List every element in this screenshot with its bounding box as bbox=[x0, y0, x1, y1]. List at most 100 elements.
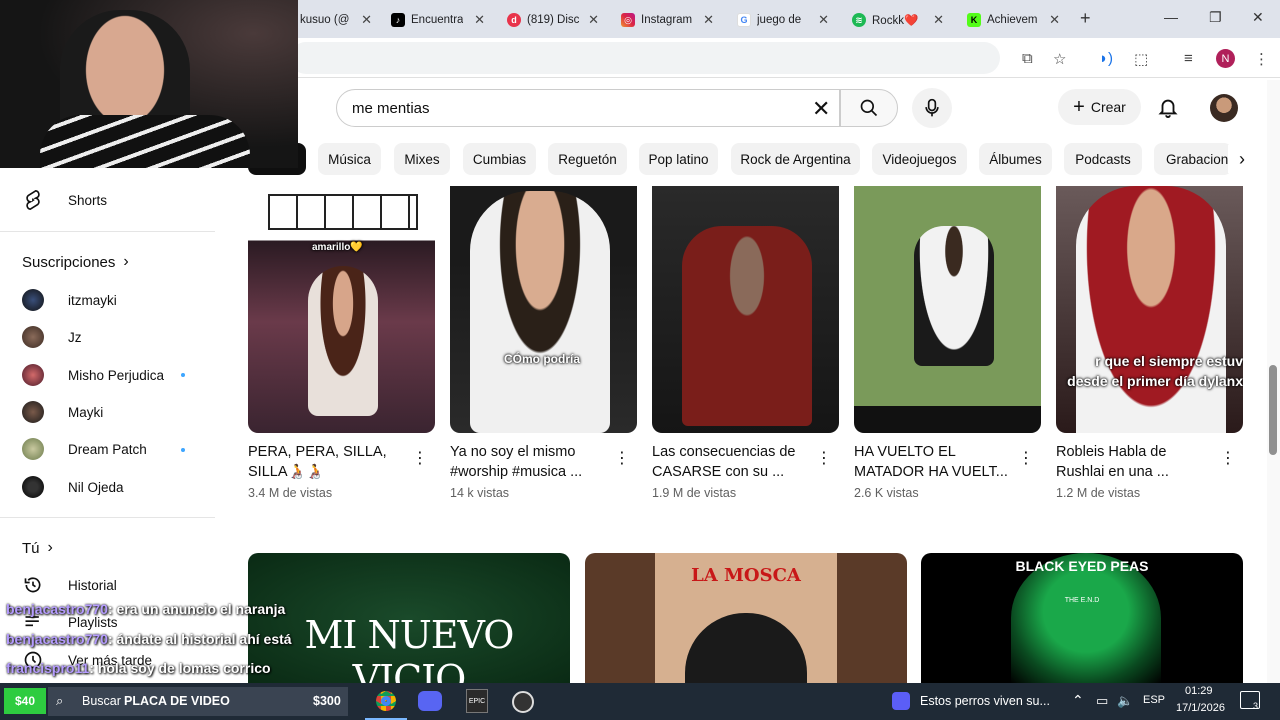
short-thumbnail[interactable]: r que el siempre estuv desde el primer d… bbox=[1056, 186, 1243, 433]
screen: kusuo (@ ✕ ♪ Encuentra ✕ d (819) Disc ✕ … bbox=[0, 0, 1280, 720]
you-header[interactable]: Tú › bbox=[22, 539, 53, 557]
more-options-icon[interactable]: ⋮ bbox=[1018, 448, 1034, 468]
sidebar-sub-jz[interactable]: Jz bbox=[22, 326, 82, 348]
sidebar-sub-dream-patch[interactable]: Dream Patch bbox=[22, 438, 147, 460]
new-tab-icon[interactable]: + bbox=[1080, 8, 1091, 29]
chrome-taskbar-button[interactable] bbox=[365, 683, 407, 720]
chevron-up-icon[interactable]: ⌃ bbox=[1072, 692, 1084, 709]
short-card[interactable]: amarillo💛 PERA, PERA, SILLA, SILLA🧑‍🦽🧑‍🦽… bbox=[248, 186, 435, 500]
more-options-icon[interactable]: ⋮ bbox=[1220, 448, 1236, 468]
short-title[interactable]: HA VUELTO EL MATADOR HA VUELT... bbox=[854, 442, 1014, 482]
sidebar-sub-misho[interactable]: Misho Perjudica bbox=[22, 364, 164, 386]
short-card[interactable]: HA VUELTO EL MATADOR HA VUELT... ⋮ 2.6 K… bbox=[854, 186, 1041, 500]
clock-date[interactable]: 17/1/2026 bbox=[1176, 702, 1225, 714]
chips-next-button[interactable]: › bbox=[1228, 145, 1256, 173]
tab-instagram[interactable]: ◎ Instagram ✕ bbox=[621, 6, 714, 34]
network-icon[interactable]: ▭ bbox=[1096, 693, 1108, 709]
tab-google[interactable]: G juego de ✕ bbox=[737, 6, 829, 34]
avatar bbox=[22, 476, 44, 498]
close-tab-icon[interactable]: ✕ bbox=[933, 12, 944, 28]
account-avatar[interactable] bbox=[1210, 94, 1238, 122]
create-button[interactable]: + Crear bbox=[1058, 89, 1141, 125]
media-player-icon[interactable] bbox=[892, 692, 910, 710]
taskbar-search[interactable]: ⌕ Buscar PLACA DE VIDEO $300 bbox=[48, 687, 348, 716]
short-card[interactable]: r que el siempre estuv desde el primer d… bbox=[1056, 186, 1243, 500]
chip-pop-latino[interactable]: Pop latino bbox=[639, 143, 718, 175]
tab-kick[interactable]: K Achievem ✕ bbox=[967, 6, 1060, 34]
epic-games-icon[interactable]: EPIC bbox=[466, 689, 488, 713]
discord-icon[interactable] bbox=[418, 691, 442, 711]
short-title[interactable]: Ya no soy el mismo #worship #musica ... bbox=[450, 442, 610, 482]
voice-search-button[interactable] bbox=[912, 88, 952, 128]
tab-spotify[interactable]: ≋ Rockk❤️ ✕ bbox=[852, 6, 944, 34]
short-thumbnail[interactable]: CÓmo podría bbox=[450, 186, 637, 433]
short-thumbnail[interactable]: amarillo💛 bbox=[248, 186, 435, 433]
more-options-icon[interactable]: ⋮ bbox=[412, 448, 428, 468]
browser-profile-avatar[interactable]: N bbox=[1216, 49, 1235, 68]
more-options-icon[interactable]: ⋮ bbox=[816, 448, 832, 468]
media-control-icon[interactable]: ≡ bbox=[1184, 50, 1193, 67]
tab-tiktok[interactable]: ♪ Encuentra ✕ bbox=[391, 6, 485, 34]
close-tab-icon[interactable]: ✕ bbox=[1049, 12, 1060, 28]
chip-rock-argentina[interactable]: Rock de Argentina bbox=[731, 143, 860, 175]
install-app-icon[interactable]: ⧉ bbox=[1022, 50, 1033, 67]
chip-regueton[interactable]: Reguetón bbox=[548, 143, 627, 175]
bookmark-star-icon[interactable]: ☆ bbox=[1053, 50, 1066, 68]
short-title[interactable]: Las consecuencias de CASARSE con su ... bbox=[652, 442, 812, 482]
search-input[interactable]: me mentias bbox=[336, 89, 840, 127]
video-thumbnail[interactable]: MI NUEVO VICIO bbox=[248, 553, 570, 683]
sidebar-sub-nil-ojeda[interactable]: Nil Ojeda bbox=[22, 476, 124, 498]
search-button[interactable] bbox=[840, 89, 898, 127]
short-title[interactable]: PERA, PERA, SILLA, SILLA🧑‍🦽🧑‍🦽 bbox=[248, 442, 408, 482]
sidebar-sub-itzmayki[interactable]: itzmayki bbox=[22, 289, 117, 311]
volume-icon[interactable]: 🔈 bbox=[1117, 693, 1133, 709]
media-title[interactable]: Estos perros viven su... bbox=[920, 694, 1050, 708]
short-overlay-text: CÓmo podría bbox=[504, 352, 581, 366]
close-tab-icon[interactable]: ✕ bbox=[361, 12, 372, 28]
clock-time[interactable]: 01:29 bbox=[1185, 685, 1213, 697]
video-thumbnail[interactable]: LA MOSCA bbox=[585, 553, 907, 683]
close-window-icon[interactable]: ✕ bbox=[1252, 9, 1264, 26]
sidebar-sub-mayki[interactable]: Mayki bbox=[22, 401, 103, 423]
short-thumbnail[interactable] bbox=[652, 186, 839, 433]
scrollbar-thumb[interactable] bbox=[1269, 365, 1277, 455]
discord-icon: d bbox=[507, 13, 521, 27]
avatar bbox=[22, 438, 44, 460]
notifications-button[interactable] bbox=[1157, 96, 1179, 123]
clear-search-icon[interactable]: ✕ bbox=[812, 96, 830, 122]
chip-podcasts[interactable]: Podcasts bbox=[1064, 143, 1142, 175]
short-title[interactable]: Robleis Habla de Rushlai en una ... bbox=[1056, 442, 1216, 482]
close-tab-icon[interactable]: ✕ bbox=[474, 12, 485, 28]
close-tab-icon[interactable]: ✕ bbox=[703, 12, 714, 28]
extensions-icon[interactable]: ⬚ bbox=[1134, 50, 1148, 68]
video-thumbnail[interactable]: BLACK EYED PEAS THE E.N.D bbox=[921, 553, 1243, 683]
chip-albumes[interactable]: Álbumes bbox=[979, 143, 1052, 175]
chip-cumbias[interactable]: Cumbias bbox=[463, 143, 536, 175]
chevron-right-icon: › bbox=[1239, 148, 1245, 169]
language-indicator[interactable]: ESP bbox=[1143, 694, 1165, 706]
close-tab-icon[interactable]: ✕ bbox=[818, 12, 829, 28]
chip-videojuegos[interactable]: Videojuegos bbox=[872, 143, 967, 175]
close-tab-icon[interactable]: ✕ bbox=[588, 12, 599, 28]
taskbar-search-label: Buscar bbox=[82, 694, 121, 708]
tab-twitter[interactable]: kusuo (@ ✕ bbox=[300, 6, 372, 34]
sidebar-item-shorts[interactable]: Shorts bbox=[22, 189, 107, 211]
chip-musica[interactable]: Música bbox=[318, 143, 381, 175]
subscriptions-header[interactable]: Suscripciones › bbox=[22, 253, 129, 271]
address-field[interactable] bbox=[290, 42, 1000, 74]
sidebar-item-history[interactable]: Historial bbox=[22, 574, 117, 596]
minimize-icon[interactable]: — bbox=[1164, 9, 1178, 25]
restore-icon[interactable]: ❐ bbox=[1209, 9, 1222, 26]
more-options-icon[interactable]: ⋮ bbox=[614, 448, 630, 468]
chip-mixes[interactable]: Mixes bbox=[394, 143, 450, 175]
obs-icon[interactable] bbox=[512, 691, 534, 713]
tab-discord[interactable]: d (819) Disc ✕ bbox=[507, 6, 599, 34]
browser-menu-icon[interactable]: ⋮ bbox=[1254, 50, 1269, 68]
tiktok-icon: ♪ bbox=[391, 13, 405, 27]
short-card[interactable]: Las consecuencias de CASARSE con su ... … bbox=[652, 186, 839, 500]
chip-grabaciones[interactable]: Grabacion bbox=[1154, 143, 1232, 175]
tab-label: (819) Disc bbox=[527, 14, 580, 26]
short-thumbnail[interactable] bbox=[854, 186, 1041, 433]
cast-icon[interactable]: ◗) bbox=[1099, 50, 1113, 67]
short-card[interactable]: CÓmo podría Ya no soy el mismo #worship … bbox=[450, 186, 637, 500]
